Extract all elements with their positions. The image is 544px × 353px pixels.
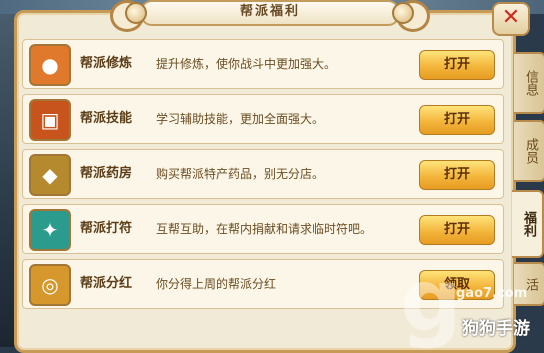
tab-welfare[interactable]: 福利 [512,190,544,258]
row-name: 帮派分红 [80,276,133,291]
open-talisman-button[interactable]: 打开 [419,215,495,245]
row-name: 帮派技能 [80,111,133,126]
open-cultivation-button[interactable]: 打开 [419,50,495,80]
title-knot-right [392,2,414,24]
close-icon: ✕ [501,5,521,30]
cultivation-icon: ● [29,44,71,86]
watermark-brand: 狗狗手游 [462,319,530,339]
tab-info[interactable]: 信息 [514,52,544,114]
welfare-row-skill: ▣ 帮派技能 学习辅助技能，更加全面强大。 打开 [22,94,504,144]
window-title: 帮派福利 [140,0,400,26]
title-knot-left [125,2,147,24]
tab-members[interactable]: 成员 [514,120,544,182]
welfare-row-pharmacy: ◆ 帮派药房 购买帮派特产药品，别无分店。 打开 [22,149,504,199]
welfare-row-talisman: ✦ 帮派打符 互帮互助，在帮内捐献和请求临时符吧。 打开 [22,204,504,254]
row-description: 互帮互助，在帮内捐献和请求临时符吧。 [156,222,373,236]
row-name: 帮派修炼 [80,56,133,71]
row-name: 帮派药房 [80,166,133,181]
talisman-icon: ✦ [29,209,71,251]
row-description: 学习辅助技能，更加全面强大。 [156,112,325,126]
row-description: 提升修炼，使你战斗中更加强大。 [156,57,337,71]
open-pharmacy-button[interactable]: 打开 [419,160,495,190]
close-button[interactable]: ✕ [492,2,530,36]
open-skill-button[interactable]: 打开 [419,105,495,135]
watermark-site: gao7.com [456,286,528,301]
row-description: 购买帮派特产药品，别无分店。 [156,167,325,181]
skill-book-icon: ▣ [29,99,71,141]
welfare-row-cultivation: ● 帮派修炼 提升修炼，使你战斗中更加强大。 打开 [22,39,504,89]
medicine-icon: ◆ [29,154,71,196]
row-description: 你分得上周的帮派分红 [156,277,277,291]
row-name: 帮派打符 [80,221,133,236]
coins-icon: ◎ [29,264,71,306]
watermark-logo: g [400,251,462,351]
